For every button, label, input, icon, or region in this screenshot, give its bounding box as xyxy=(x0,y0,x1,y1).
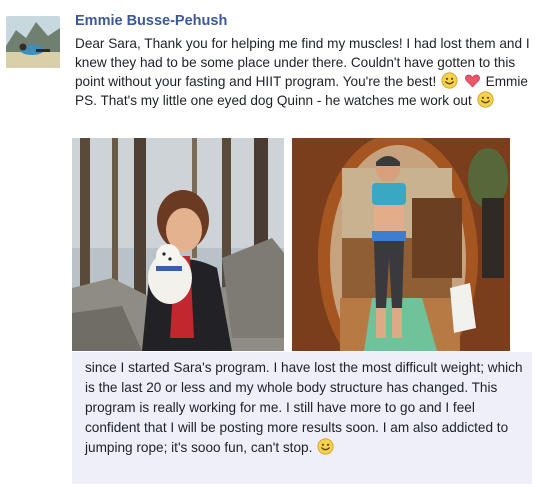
avatar[interactable] xyxy=(6,16,60,68)
followup-text: since I started Sara's program. I have l… xyxy=(85,360,523,455)
author-name-link[interactable]: Emmie Busse-Pehush xyxy=(75,13,227,29)
smiley-emoji-icon xyxy=(477,91,494,108)
smiley-emoji-icon xyxy=(317,438,334,455)
comment-text-part1: Dear Sara, Thank you for helping me find… xyxy=(75,36,530,89)
smiley-emoji-icon xyxy=(441,72,458,89)
red-heart-emoji-icon xyxy=(464,72,481,89)
followup-comment-text: since I started Sara's program. I have l… xyxy=(85,358,530,458)
photo-mirror-selfie[interactable] xyxy=(292,138,510,351)
photo-woman-with-dog[interactable] xyxy=(72,138,284,351)
comment-text: Dear Sara, Thank you for helping me find… xyxy=(75,34,530,110)
